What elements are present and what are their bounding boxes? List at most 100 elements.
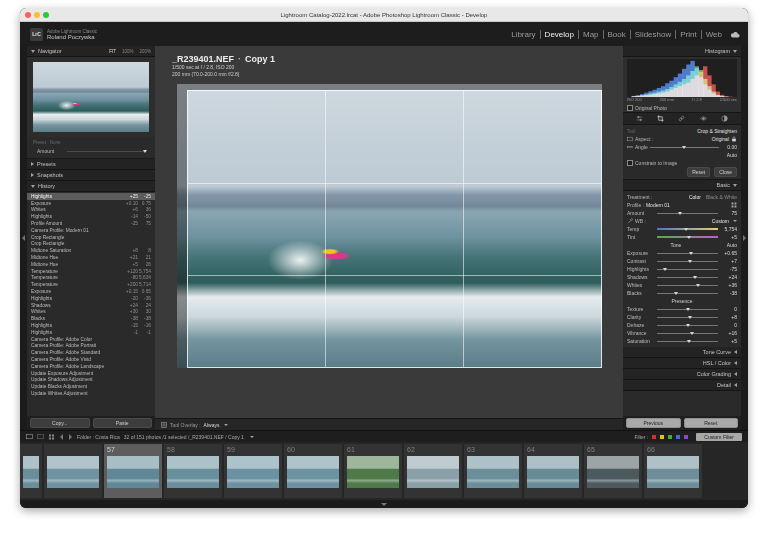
aspect-select[interactable]: Original (712, 136, 729, 142)
treatment-option[interactable]: Black & White (706, 194, 737, 200)
heal-icon[interactable] (678, 115, 685, 122)
disclosure-icon[interactable] (733, 184, 737, 187)
module-tab[interactable]: Print (675, 30, 700, 39)
thumbnail[interactable]: 63 (464, 444, 522, 498)
slider[interactable] (657, 236, 718, 238)
auto-tone-button[interactable]: Auto (727, 242, 737, 248)
history-item[interactable]: Update Whites Adjustment (27, 390, 155, 397)
disclosure-icon[interactable] (31, 173, 34, 177)
history-item[interactable]: Highlights-20-36 (27, 295, 155, 302)
left-edge[interactable] (20, 46, 27, 430)
crop-grid-icon[interactable] (161, 422, 167, 428)
amount-slider[interactable] (657, 213, 718, 214)
slider[interactable] (657, 253, 718, 254)
panel-header[interactable]: Detail (623, 380, 741, 391)
history-item[interactable]: Whites+636 (27, 207, 155, 214)
profile-browser-icon[interactable] (731, 202, 737, 208)
angle-value[interactable]: 0.00 (721, 144, 737, 150)
forward-icon[interactable] (69, 434, 72, 440)
thumbnail[interactable] (44, 444, 102, 498)
slider[interactable] (657, 285, 718, 286)
navigator-preview[interactable] (27, 57, 155, 137)
second-window-icon[interactable] (37, 434, 44, 440)
amount-slider[interactable] (67, 151, 145, 152)
slider[interactable] (657, 317, 718, 318)
zoom-option[interactable]: 200% (139, 49, 151, 54)
panel-header[interactable]: Presets (27, 159, 155, 170)
history-item[interactable]: Crop Rectangle (27, 241, 155, 248)
disclosure-icon[interactable] (31, 50, 35, 53)
disclosure-icon[interactable] (733, 50, 737, 53)
wb-select[interactable]: Custom (712, 218, 729, 224)
module-tab[interactable]: Web (701, 30, 726, 39)
zoom-option[interactable]: 100% (122, 49, 134, 54)
crop-button[interactable]: Reset (687, 167, 710, 177)
slider[interactable] (657, 309, 718, 310)
crop-overlay[interactable] (187, 90, 602, 368)
disclosure-icon[interactable] (31, 162, 34, 166)
profile-select[interactable]: Modern 01 (646, 202, 670, 208)
slider[interactable] (657, 277, 718, 278)
slider[interactable] (657, 228, 718, 230)
history-item[interactable]: Exposure+0.150.65 (27, 288, 155, 295)
right-edge[interactable] (741, 46, 748, 430)
module-tab[interactable]: Book (603, 30, 630, 39)
history-item[interactable]: Crop Rectangle (27, 234, 155, 241)
panel-header[interactable]: HSL / Color (623, 358, 741, 369)
slider[interactable] (657, 261, 718, 262)
history-item[interactable]: Highlights+25-25 (27, 193, 155, 200)
color-label-filter[interactable] (684, 435, 688, 439)
history-item[interactable]: Temperature+2005,714 (27, 281, 155, 288)
back-icon[interactable] (60, 434, 63, 440)
history-item[interactable]: Shadows+2424 (27, 302, 155, 309)
lock-closed-icon[interactable] (731, 136, 737, 142)
histogram[interactable]: ISO 200200 mmf / 2.81/500 sec (623, 57, 741, 104)
filter-select[interactable]: Custom Filter (696, 433, 742, 441)
histogram-header[interactable]: Histogram (623, 46, 741, 57)
history-item[interactable]: Temperature-805,634 (27, 275, 155, 282)
history-item[interactable]: Camera Profile: Adobe Standard (27, 349, 155, 356)
disclosure-icon[interactable] (734, 350, 737, 354)
slider[interactable] (657, 325, 718, 326)
cloud-icon[interactable] (730, 31, 740, 38)
thumbnail[interactable]: 61 (344, 444, 402, 498)
color-label-filter[interactable] (652, 435, 656, 439)
thumbnail[interactable]: 62 (404, 444, 462, 498)
panel-button[interactable]: Previous (626, 418, 681, 428)
history-item[interactable]: Update Shadows Adjustment (27, 377, 155, 384)
history-item[interactable]: Midtone Hue+2121 (27, 254, 155, 261)
grid-icon[interactable] (48, 434, 55, 440)
slider[interactable] (657, 293, 718, 294)
history-item[interactable]: Midtone Saturation+88 (27, 247, 155, 254)
minimize-button[interactable] (34, 12, 40, 18)
module-tab[interactable]: Library (507, 30, 539, 39)
color-label-filter[interactable] (668, 435, 672, 439)
navigator-header[interactable]: NavigatorFIT100%200% (27, 46, 155, 57)
color-label-filter[interactable] (676, 435, 680, 439)
thumbnail[interactable]: 64 (524, 444, 582, 498)
disclosure-icon[interactable] (734, 361, 737, 365)
photo[interactable] (177, 84, 602, 368)
history-item[interactable]: Highlights-15-16 (27, 322, 155, 329)
history-item[interactable]: Update Blacks Adjustment (27, 383, 155, 390)
photo-count[interactable]: 32 of 151 photos /1 selected /_R239401.N… (124, 434, 244, 440)
auto-button[interactable]: Auto (727, 152, 737, 158)
crop-button[interactable]: Close (714, 167, 737, 177)
history-item[interactable]: Camera Profile: Adobe Landscape (27, 363, 155, 370)
history-item[interactable]: Camera Profile: Modern 01 (27, 227, 155, 234)
history-item[interactable]: Profile Amount-2575 (27, 220, 155, 227)
thumbnail[interactable]: 57 (104, 444, 162, 498)
history-item[interactable]: Camera Profile: Adobe Vivid (27, 356, 155, 363)
thumbnail[interactable]: 59 (224, 444, 282, 498)
crop-icon[interactable] (657, 115, 664, 122)
folder-source[interactable]: Folder : Costa Rica (77, 434, 120, 440)
thumbnail[interactable]: 66 (644, 444, 702, 498)
angle-slider[interactable] (650, 147, 719, 148)
slider[interactable] (657, 269, 718, 270)
treatment-option[interactable]: Color (689, 194, 701, 200)
history-item[interactable]: Highlights-14-50 (27, 213, 155, 220)
history-item[interactable]: Camera Profile: Adobe Portrait (27, 343, 155, 350)
main-window-icon[interactable] (26, 434, 33, 440)
history-item[interactable]: Highlights-1-1 (27, 329, 155, 336)
color-label-filter[interactable] (660, 435, 664, 439)
